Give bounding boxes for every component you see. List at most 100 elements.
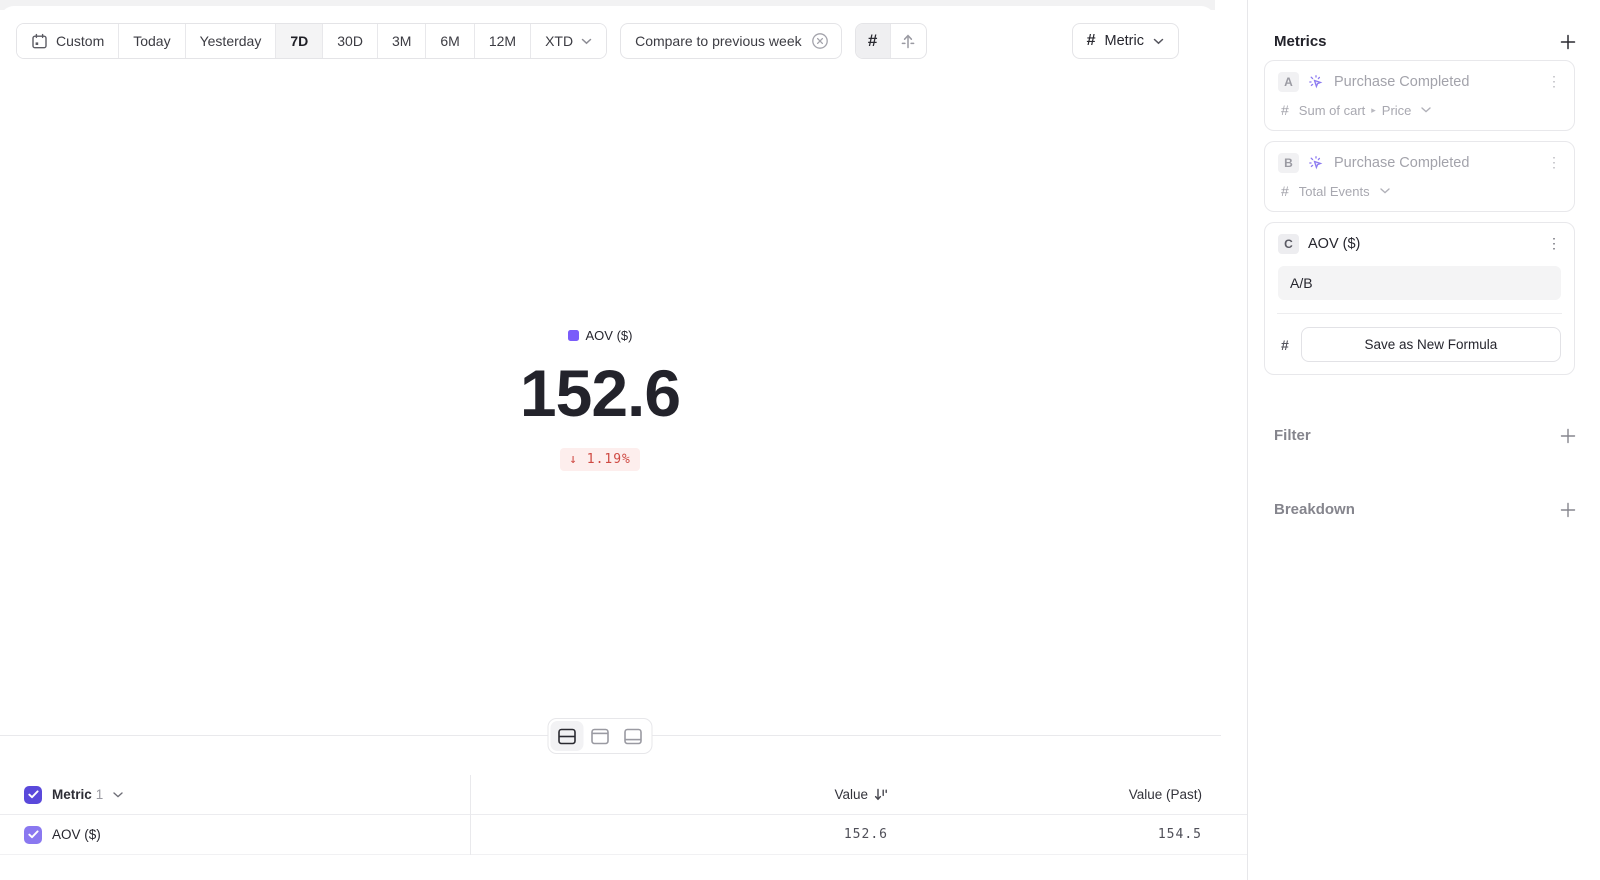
metric-type-label: Metric	[1105, 33, 1144, 49]
metric-cell: AOV ($)	[0, 826, 470, 844]
formula-input[interactable]	[1278, 266, 1561, 300]
metric-header-cell: Metric 1	[0, 786, 470, 804]
sort-descending-icon[interactable]	[874, 788, 888, 801]
numeric-type-icon: #	[1281, 183, 1289, 199]
legend-label: AOV ($)	[586, 328, 633, 343]
metric-badge-b: B	[1278, 153, 1299, 173]
calendar-icon	[31, 33, 48, 50]
metric-header-index: 1	[96, 787, 104, 802]
card-divider	[1277, 313, 1562, 314]
add-filter-icon[interactable]	[1560, 428, 1576, 444]
kebab-menu-icon[interactable]: ⋮	[1547, 78, 1561, 86]
add-metric-icon[interactable]	[1560, 34, 1576, 50]
arrow-up-from-line-icon	[900, 33, 916, 50]
metric-card-b-header: B Purchase Completed ⋮	[1278, 153, 1561, 173]
date-range-7d-label: 7D	[290, 33, 308, 49]
big-number-chart: AOV ($) 152.6 ↓ 1.19%	[0, 328, 1200, 471]
metric-value: 152.6	[0, 360, 1200, 426]
breakdown-section-header: Breakdown	[1274, 501, 1576, 518]
formula-save-row: # Save as New Formula	[1278, 327, 1561, 362]
date-range-12m[interactable]: 12M	[475, 24, 531, 58]
table-column-separator	[470, 775, 471, 855]
chevron-down-icon	[1421, 107, 1431, 113]
table-row: AOV ($) 152.6 154.5	[0, 815, 1247, 855]
date-range-7d[interactable]: 7D	[276, 24, 323, 58]
metric-badge-a: A	[1278, 72, 1299, 92]
numeric-type-icon: #	[1281, 102, 1289, 118]
row-checkbox[interactable]	[24, 826, 42, 844]
select-all-checkbox[interactable]	[24, 786, 42, 804]
table-only-view-button[interactable]	[617, 721, 650, 751]
date-range-3m-label: 3M	[392, 33, 411, 49]
value-header-label: Value	[834, 787, 868, 802]
value-past-header-label: Value (Past)	[1129, 787, 1202, 802]
aggregation-label: Total Events	[1299, 184, 1370, 199]
add-breakdown-icon[interactable]	[1560, 502, 1576, 518]
split-view-icon	[558, 728, 577, 745]
metric-card-c-header: C AOV ($) ⋮	[1278, 234, 1561, 254]
row-value: 152.6	[844, 827, 888, 842]
row-metric-name: AOV ($)	[52, 827, 101, 842]
metric-type-button[interactable]: # Metric	[1072, 23, 1179, 59]
metric-card-a-header: A Purchase Completed ⋮	[1278, 72, 1561, 92]
compare-chip[interactable]: Compare to previous week	[620, 23, 842, 59]
aggregation-label: Sum of cart	[1299, 103, 1365, 118]
date-range-xtd[interactable]: XTD	[531, 24, 606, 58]
date-range-yesterday-label: Yesterday	[200, 33, 262, 49]
formula-name[interactable]: AOV ($)	[1308, 236, 1538, 252]
goal-view-button[interactable]	[891, 24, 926, 58]
date-range-6m-label: 6M	[440, 33, 459, 49]
metric-card-b[interactable]: B Purchase Completed ⋮ # Total Events	[1264, 141, 1575, 212]
date-range-custom[interactable]: Custom	[17, 24, 119, 58]
date-range-12m-label: 12M	[489, 33, 516, 49]
chart-only-view-button[interactable]	[584, 721, 617, 751]
metric-card-b-aggregation[interactable]: # Total Events	[1278, 183, 1561, 199]
value-past-header-cell[interactable]: Value (Past)	[888, 787, 1247, 802]
value-header-cell[interactable]: Value	[470, 787, 888, 802]
chevron-down-icon	[1380, 188, 1390, 194]
delta-badge: ↓ 1.19%	[560, 448, 640, 471]
hash-icon: #	[868, 31, 877, 51]
top-pane-icon	[591, 728, 610, 745]
row-value-past: 154.5	[1158, 827, 1202, 842]
date-range-today[interactable]: Today	[119, 24, 185, 58]
chevron-down-icon[interactable]	[113, 792, 123, 798]
table-header-row: Metric 1 Value Value (Past)	[0, 775, 1247, 815]
filter-section-title: Filter	[1274, 427, 1311, 444]
kebab-menu-icon[interactable]: ⋮	[1547, 240, 1561, 248]
split-view-button[interactable]	[551, 721, 584, 751]
date-range-today-label: Today	[133, 33, 170, 49]
value-past-cell: 154.5	[888, 827, 1247, 842]
autocapture-sparkle-icon	[1308, 155, 1325, 172]
date-range-30d[interactable]: 30D	[323, 24, 378, 58]
metric-a-event-name[interactable]: Purchase Completed	[1334, 74, 1538, 90]
number-view-button[interactable]: #	[856, 24, 891, 58]
metrics-section-header: Metrics	[1274, 33, 1576, 50]
breakdown-section-title: Breakdown	[1274, 501, 1355, 518]
hash-icon: #	[1087, 32, 1096, 50]
metrics-section-title: Metrics	[1274, 33, 1327, 50]
metric-header-label[interactable]: Metric 1	[52, 787, 103, 802]
autocapture-sparkle-icon	[1308, 74, 1325, 91]
bottom-pane-icon	[624, 728, 643, 745]
save-as-new-formula-button[interactable]: Save as New Formula	[1301, 327, 1561, 362]
metric-card-a-aggregation[interactable]: # Sum of cart ▸ Price	[1278, 102, 1561, 118]
metric-badge-c: C	[1278, 234, 1299, 254]
metric-card-a[interactable]: A Purchase Completed ⋮ # Sum of cart ▸ P…	[1264, 60, 1575, 131]
kebab-menu-icon[interactable]: ⋮	[1547, 159, 1561, 167]
metric-header-text: Metric	[52, 787, 92, 802]
metric-card-c[interactable]: C AOV ($) ⋮ # Save as New Formula	[1264, 222, 1575, 375]
value-cell: 152.6	[470, 827, 888, 842]
date-range-6m[interactable]: 6M	[426, 24, 474, 58]
date-range-3m[interactable]: 3M	[378, 24, 426, 58]
metric-b-event-name[interactable]: Purchase Completed	[1334, 155, 1538, 171]
report-card: Custom Today Yesterday 7D 30D 3M 6M 12M …	[0, 6, 1215, 880]
report-page: Custom Today Yesterday 7D 30D 3M 6M 12M …	[0, 0, 1600, 880]
chevron-down-icon	[1153, 38, 1164, 45]
remove-compare-icon[interactable]	[811, 32, 829, 50]
chart-legend: AOV ($)	[568, 328, 633, 343]
layout-toggle-group	[548, 718, 653, 754]
date-range-yesterday[interactable]: Yesterday	[186, 24, 277, 58]
delta-badge-wrap: ↓ 1.19%	[0, 426, 1200, 471]
query-sidebar: Metrics A Purchase Completed ⋮ # Sum of …	[1247, 0, 1600, 880]
